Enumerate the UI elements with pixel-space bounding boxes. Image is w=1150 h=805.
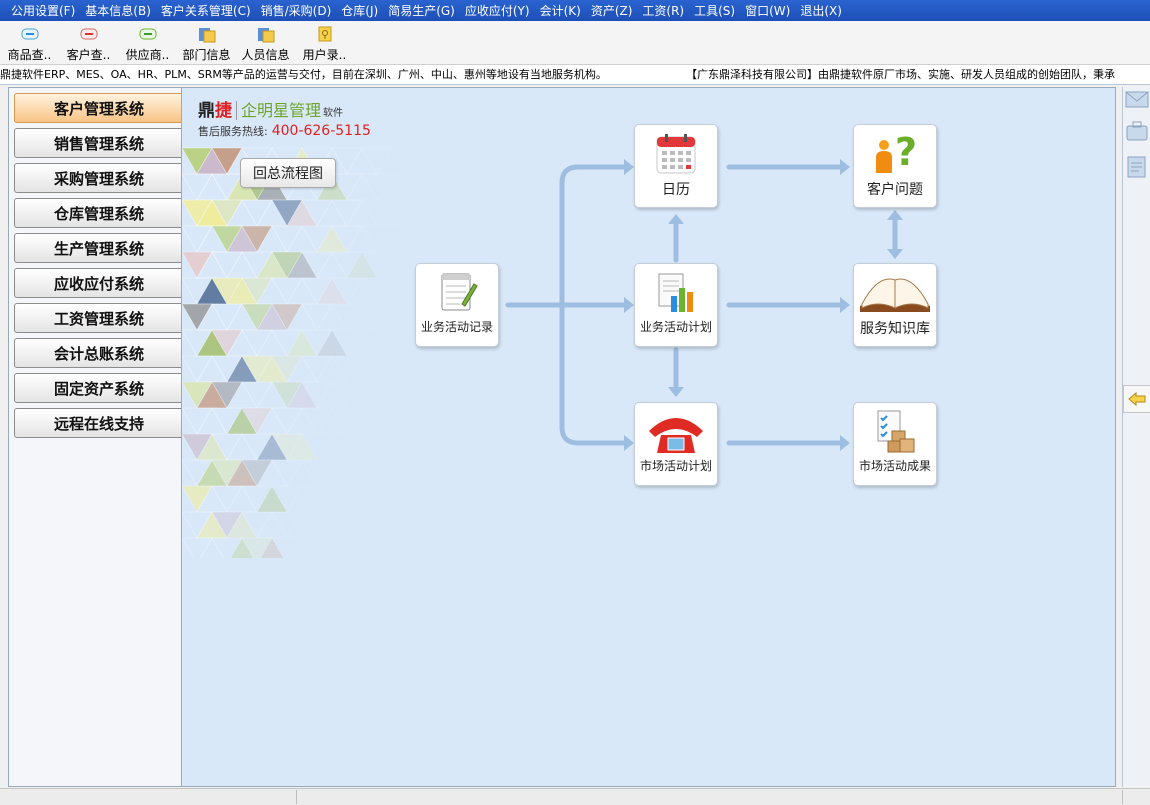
arrowhead-down-market — [668, 387, 684, 397]
node-label: 业务活动记录 — [420, 320, 493, 334]
briefcase-icon[interactable] — [1125, 119, 1149, 143]
nav-button[interactable]: 固定资产系统 — [14, 373, 184, 403]
department-icon — [198, 28, 215, 43]
menu-item[interactable]: 简易生产(G) — [383, 2, 460, 19]
menu-item[interactable]: 退出(X) — [795, 2, 847, 19]
right-sidebar — [1122, 87, 1150, 787]
question-person-icon: ? — [876, 131, 917, 174]
news-ticker: 鼎捷软件ERP、MES、OA、HR、PLM、SRM等产品的运营与交付，目前在深圳… — [0, 65, 1150, 85]
toolbar-button-user-entry[interactable]: 用户录.. — [295, 21, 354, 65]
arrowhead-calendar — [624, 159, 634, 175]
system-nav-panel: 客户管理系统 销售管理系统 采购管理系统 仓库管理系统 生产管理系统 应收应付系统 工资管理… — [8, 87, 184, 787]
node-label: 市场活动成果 — [858, 459, 931, 473]
menu-item[interactable]: 仓库(J) — [336, 2, 383, 19]
status-bar — [0, 788, 1150, 805]
customer-query-icon — [80, 28, 97, 40]
toolbar-button-label: 客户查.. — [66, 48, 111, 62]
menu-item[interactable]: 资产(Z) — [586, 2, 638, 19]
node-market-activity-result[interactable]: 市场活动成果 — [853, 402, 937, 486]
nav-button[interactable]: 仓库管理系统 — [14, 198, 184, 228]
report-chart-icon — [658, 273, 693, 312]
mail-icon[interactable] — [1125, 87, 1149, 111]
toolbar-button-staff[interactable]: 人员信息 — [236, 21, 295, 65]
node-label: 市场活动计划 — [639, 459, 712, 473]
arrowhead-up-calendar — [668, 214, 684, 224]
arrow-split-trunk — [559, 164, 627, 308]
node-business-activity-plan[interactable]: 业务活动计划 — [634, 263, 718, 347]
toolbar-button-label: 用户录.. — [302, 48, 347, 62]
collapse-sidebar-button[interactable] — [1123, 385, 1150, 413]
toolbar-button-label: 供应商.. — [125, 48, 170, 62]
telephone-icon — [649, 418, 703, 453]
node-service-knowledge-base[interactable]: 服务知识库 — [853, 263, 937, 347]
toolbar-button-department[interactable]: 部门信息 — [177, 21, 236, 65]
nav-button[interactable]: 销售管理系统 — [14, 128, 184, 158]
arrowhead-knowledge — [840, 297, 850, 313]
toolbar-button-product-query[interactable]: 商品查.. — [0, 21, 59, 65]
menu-item[interactable]: 应收应付(Y) — [460, 2, 535, 19]
arrowhead-down-knowledge — [887, 249, 903, 259]
toolbar-button-customer-query[interactable]: 客户查.. — [59, 21, 118, 65]
nav-button[interactable]: 远程在线支持 — [14, 408, 184, 438]
arrow-split-down — [559, 302, 627, 446]
toolbar-button-label: 部门信息 — [182, 48, 231, 62]
toolbar: 商品查.. 客户查.. 供应商.. 部门信息 人员信息 用户录.. — [0, 21, 1150, 65]
menu-item[interactable]: 工资(R) — [637, 2, 689, 19]
notes-icon[interactable] — [1125, 155, 1149, 179]
menu-bar: 公用设置(F) 基本信息(B) 客户关系管理(C) 销售/采购(D) 仓库(J) 简易生产… — [0, 0, 1150, 21]
toolbar-button-label: 人员信息 — [241, 48, 290, 62]
svg-text:?: ? — [895, 131, 917, 174]
node-label: 客户问题 — [867, 182, 923, 198]
nav-button[interactable]: 工资管理系统 — [14, 303, 184, 333]
status-segment — [0, 790, 297, 804]
calendar-icon — [656, 134, 696, 174]
status-segment — [297, 790, 1123, 804]
arrow-left-icon — [1128, 392, 1146, 406]
arrowhead-issue — [840, 159, 850, 175]
node-business-activity-record[interactable]: 业务活动记录 — [415, 263, 499, 347]
menu-item[interactable]: 工具(S) — [689, 2, 740, 19]
open-book-icon — [860, 278, 930, 312]
user-entry-icon — [318, 26, 331, 42]
node-label: 服务知识库 — [860, 321, 930, 337]
arrowhead-plan — [624, 297, 634, 313]
product-query-icon — [21, 28, 38, 40]
supplier-icon — [139, 28, 156, 40]
node-label: 业务活动计划 — [639, 320, 712, 334]
nav-button[interactable]: 客户管理系统 — [14, 93, 184, 123]
node-calendar[interactable]: 日历 — [634, 124, 718, 208]
nav-button[interactable]: 应收应付系统 — [14, 268, 184, 298]
arrowhead-market-plan — [624, 435, 634, 451]
menu-item[interactable]: 客户关系管理(C) — [156, 2, 256, 19]
checklist-boxes-icon — [877, 410, 915, 453]
menu-item[interactable]: 窗口(W) — [740, 2, 795, 19]
arrowhead-market-result — [840, 435, 850, 451]
menu-item[interactable]: 公用设置(F) — [6, 2, 80, 19]
arrowhead-up-issue — [887, 210, 903, 220]
node-customer-issue[interactable]: ? 客户问题 — [853, 124, 937, 208]
nav-button[interactable]: 采购管理系统 — [14, 163, 184, 193]
toolbar-button-supplier[interactable]: 供应商.. — [118, 21, 177, 65]
menu-item[interactable]: 销售/采购(D) — [256, 2, 337, 19]
menu-item[interactable]: 基本信息(B) — [80, 2, 156, 19]
ticker-text-left: 鼎捷软件ERP、MES、OA、HR、PLM、SRM等产品的运营与交付，目前在深圳… — [0, 68, 607, 81]
nav-button[interactable]: 生产管理系统 — [14, 233, 184, 263]
nav-button[interactable]: 会计总账系统 — [14, 338, 184, 368]
staff-icon — [257, 28, 274, 43]
ticker-text-right: 【广东鼎泽科技有限公司】由鼎捷软件原厂市场、实施、研发人员组成的创始团队，秉承 — [686, 68, 1115, 81]
node-label: 日历 — [662, 182, 690, 198]
menu-item[interactable]: 会计(K) — [535, 2, 586, 19]
flowchart-panel: 鼎捷 企明星管理 软件 售后服务热线: 400-626-5115 回总流程图 业… — [181, 87, 1116, 787]
node-market-activity-plan[interactable]: 市场活动计划 — [634, 402, 718, 486]
toolbar-button-label: 商品查.. — [7, 48, 52, 62]
notepad-pencil-icon — [441, 273, 478, 311]
